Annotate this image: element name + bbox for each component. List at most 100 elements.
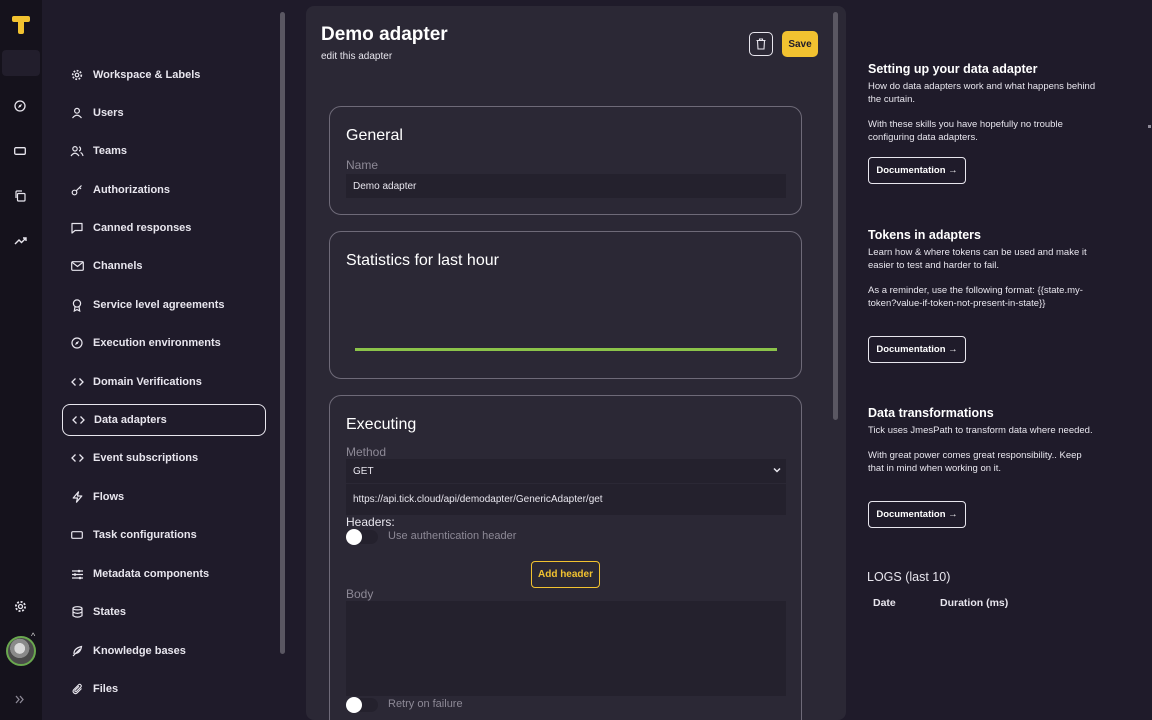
retry-toggle-label: Retry on failure bbox=[388, 698, 463, 710]
help-section-tokens: Tokens in adapters Learn how & where tok… bbox=[868, 228, 1098, 310]
paperclip-icon bbox=[70, 682, 84, 696]
chevron-up-icon[interactable]: ^ bbox=[31, 632, 39, 641]
sidebar-item-label: Metadata components bbox=[93, 568, 210, 580]
help-title: Data transformations bbox=[868, 406, 994, 420]
compass-icon bbox=[70, 336, 84, 350]
help-text: How do data adapters work and what happe… bbox=[868, 81, 1096, 105]
help-section-transformations: Data transformations Tick uses JmesPath … bbox=[868, 406, 1098, 475]
headers-label: Headers: bbox=[346, 515, 395, 529]
general-heading: General bbox=[346, 127, 403, 144]
compass-icon[interactable] bbox=[11, 97, 29, 115]
page-title: Demo adapter bbox=[321, 24, 448, 45]
settings-sidebar: Workspace & Labels Users Teams Authoriza… bbox=[42, 0, 288, 720]
name-label: Name bbox=[346, 158, 379, 172]
body-textarea[interactable] bbox=[346, 601, 786, 696]
general-panel: General Name Demo adapter bbox=[329, 106, 802, 215]
statistics-panel: Statistics for last hour bbox=[329, 231, 802, 379]
sidebar-item-label: Knowledge bases bbox=[93, 645, 186, 657]
sidebar-item-label: Domain Verifications bbox=[93, 376, 202, 388]
auth-header-toggle[interactable] bbox=[346, 529, 378, 545]
sidebar-item-states[interactable]: States bbox=[62, 596, 266, 628]
save-button[interactable]: Save bbox=[782, 31, 818, 57]
sidebar-item-domain-verifications[interactable]: Domain Verifications bbox=[62, 366, 266, 398]
sidebar-item-label: Teams bbox=[93, 145, 128, 157]
message-icon bbox=[70, 221, 84, 235]
sidebar-item-label: Users bbox=[93, 107, 124, 119]
toggle-knob bbox=[346, 697, 362, 713]
sidebar-item-knowledge-bases[interactable]: Knowledge bases bbox=[62, 635, 266, 667]
edge-marker bbox=[1148, 125, 1151, 128]
sidebar-item-service-level-agreements[interactable]: Service level agreements bbox=[62, 289, 266, 321]
delete-button[interactable] bbox=[749, 32, 773, 56]
tick-logo[interactable] bbox=[10, 14, 32, 36]
documentation-button[interactable]: Documentation → bbox=[868, 501, 966, 528]
documentation-button[interactable]: Documentation → bbox=[868, 336, 966, 363]
sidebar-item-label: Task configurations bbox=[93, 529, 197, 541]
sidebar-item-label: Canned responses bbox=[93, 222, 192, 234]
mail-icon bbox=[70, 259, 84, 273]
help-text: Learn how & where tokens can be used and… bbox=[868, 247, 1087, 271]
users-icon bbox=[70, 144, 84, 158]
main-scrollbar[interactable] bbox=[833, 12, 838, 420]
sidebar-item-label: States bbox=[93, 606, 127, 618]
documentation-button[interactable]: Documentation → bbox=[868, 157, 966, 184]
bolt-icon bbox=[70, 490, 84, 504]
sidebar-item-label: Data adapters bbox=[94, 414, 167, 426]
url-input[interactable]: https://api.tick.cloud/api/demodapter/Ge… bbox=[346, 484, 786, 515]
code-icon bbox=[70, 375, 84, 389]
help-title: Tokens in adapters bbox=[868, 228, 981, 242]
sidebar-item-execution-environments[interactable]: Execution environments bbox=[62, 327, 266, 359]
expand-double-chevron-icon[interactable] bbox=[11, 690, 29, 708]
sidebar-item-users[interactable]: Users bbox=[62, 97, 266, 129]
sidebar-item-label: Service level agreements bbox=[93, 299, 225, 311]
sidebar-item-event-subscriptions[interactable]: Event subscriptions bbox=[62, 442, 266, 474]
page-subtitle: edit this adapter bbox=[321, 51, 393, 62]
trending-up-icon[interactable] bbox=[11, 231, 29, 249]
logs-column-date: Date bbox=[873, 597, 896, 609]
retry-toggle[interactable] bbox=[346, 697, 378, 713]
sidebar-item-label: Authorizations bbox=[93, 184, 170, 196]
statistics-chart-line bbox=[355, 348, 777, 351]
code-icon bbox=[71, 413, 85, 427]
add-header-button[interactable]: Add header bbox=[531, 561, 600, 588]
sidebar-item-flows[interactable]: Flows bbox=[62, 481, 266, 513]
help-text: As a reminder, use the following format:… bbox=[868, 285, 1083, 309]
executing-heading: Executing bbox=[346, 416, 417, 433]
sidebar-item-authorizations[interactable]: Authorizations bbox=[62, 174, 266, 206]
chevron-down-icon bbox=[773, 467, 781, 473]
code-icon bbox=[70, 451, 84, 465]
gear-icon bbox=[70, 68, 84, 82]
sidebar-item-teams[interactable]: Teams bbox=[62, 135, 266, 167]
app-rail: ^ bbox=[0, 0, 42, 720]
sidebar-item-canned-responses[interactable]: Canned responses bbox=[62, 212, 266, 244]
executing-panel: Executing Method GET https://api.tick.cl… bbox=[329, 395, 802, 720]
sidebar-item-task-configurations[interactable]: Task configurations bbox=[62, 519, 266, 551]
sidebar-item-channels[interactable]: Channels bbox=[62, 250, 266, 282]
name-input[interactable]: Demo adapter bbox=[346, 174, 786, 198]
sidebar-item-data-adapters[interactable]: Data adapters bbox=[62, 404, 266, 436]
settings-gear-icon[interactable] bbox=[11, 597, 29, 615]
adapter-editor: Demo adapter edit this adapter Save Gene… bbox=[306, 6, 846, 720]
help-text: With great power comes great responsibil… bbox=[868, 450, 1082, 474]
key-icon bbox=[70, 183, 84, 197]
database-icon bbox=[70, 605, 84, 619]
sidebar-scrollbar[interactable] bbox=[280, 12, 285, 654]
sliders-icon bbox=[70, 567, 84, 581]
method-label: Method bbox=[346, 445, 387, 459]
copy-icon[interactable] bbox=[11, 187, 29, 205]
sidebar-item-label: Channels bbox=[93, 260, 143, 272]
sidebar-item-workspace-labels[interactable]: Workspace & Labels bbox=[62, 59, 266, 91]
ticket-icon[interactable] bbox=[11, 142, 29, 160]
award-icon bbox=[70, 298, 84, 312]
sidebar-item-label: Execution environments bbox=[93, 337, 221, 349]
feather-icon bbox=[70, 644, 84, 658]
method-select-value: GET bbox=[353, 465, 374, 477]
sidebar-item-label: Files bbox=[93, 683, 119, 695]
sidebar-item-label: Event subscriptions bbox=[93, 452, 199, 464]
sidebar-item-files[interactable]: Files bbox=[62, 673, 266, 705]
toggle-knob bbox=[346, 529, 362, 545]
method-select[interactable]: GET bbox=[346, 459, 786, 483]
sidebar-item-label: Workspace & Labels bbox=[93, 69, 201, 81]
rail-selected-item[interactable] bbox=[2, 50, 40, 76]
sidebar-item-metadata-components[interactable]: Metadata components bbox=[62, 558, 266, 590]
